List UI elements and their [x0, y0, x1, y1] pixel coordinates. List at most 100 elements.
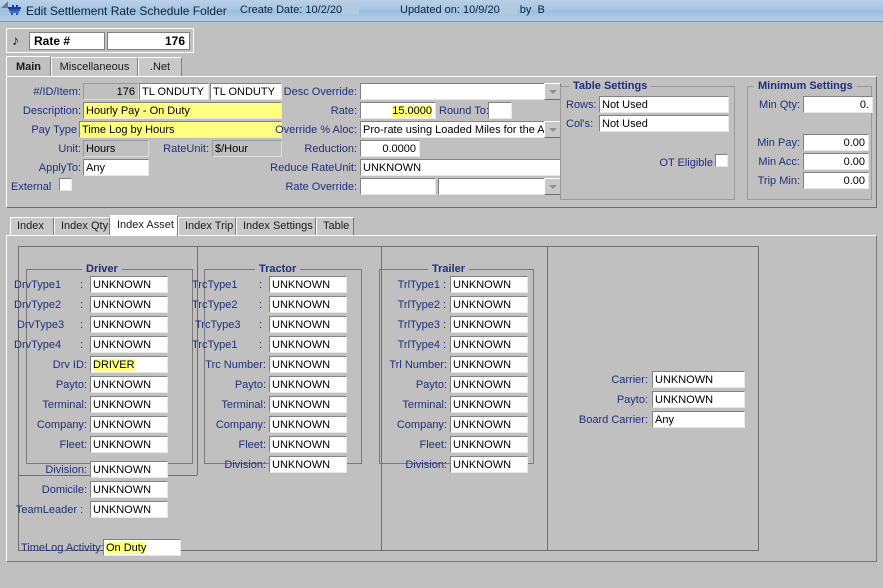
tractor-terminal-field[interactable]: UNKNOWN — [269, 396, 347, 413]
driver-payto-field[interactable]: UNKNOWN — [90, 376, 168, 393]
trailer-division-field[interactable]: UNKNOWN — [450, 456, 528, 473]
tractor-fleet-field[interactable]: UNKNOWN — [269, 436, 347, 453]
rows-field[interactable]: Not Used — [599, 96, 729, 113]
driver-terminal-field[interactable]: UNKNOWN — [90, 396, 168, 413]
min-pay-field[interactable]: 0.00 — [803, 134, 869, 151]
trltype4-label: TrlType4 — [377, 339, 440, 352]
trip-min-field[interactable]: 0.00 — [803, 172, 869, 189]
rate-field[interactable]: 15.0000 — [360, 102, 436, 119]
rows-label: Rows: — [566, 99, 597, 112]
reduce-rate-unit-field[interactable]: UNKNOWN — [360, 159, 561, 176]
apply-to-label: ApplyTo: — [11, 162, 81, 175]
driver-division-field[interactable]: UNKNOWN — [90, 461, 168, 478]
id-code2-field[interactable]: TL ONDUTY — [210, 83, 282, 100]
tab-index-trip[interactable]: Index Trip — [178, 217, 236, 235]
app-icon — [8, 5, 22, 16]
trltype1-colon: : — [443, 279, 446, 292]
tractor-payto-field[interactable]: UNKNOWN — [269, 376, 347, 393]
trailer-terminal-field[interactable]: UNKNOWN — [450, 396, 528, 413]
trctype2-colon: : — [259, 299, 262, 312]
override-alloc-label: Override % Aloc: — [265, 124, 357, 137]
drvtype3-field[interactable]: UNKNOWN — [90, 316, 168, 333]
tractor-company-field[interactable]: UNKNOWN — [269, 416, 347, 433]
driver-domicile-field[interactable]: UNKNOWN — [90, 481, 168, 498]
driver-company-field[interactable]: UNKNOWN — [90, 416, 168, 433]
trltype4-field[interactable]: UNKNOWN — [450, 336, 528, 353]
index-tab-strip: Index Index Qty Index Asset Index Trip I… — [6, 215, 877, 235]
drv-id-label: Drv ID: — [27, 359, 87, 372]
trctype2-field[interactable]: UNKNOWN — [269, 296, 347, 313]
description-label: Description: — [11, 105, 81, 118]
rate-label-box[interactable]: Rate # — [29, 32, 105, 50]
id-code1-field[interactable]: TL ONDUTY — [139, 83, 209, 100]
driver-company-label: Company: — [17, 419, 87, 432]
trctype1-field[interactable]: UNKNOWN — [269, 276, 347, 293]
driver-division-label: Division: — [21, 464, 87, 477]
rate-override-label: Rate Override: — [272, 181, 357, 194]
table-settings-group: Table Settings Rows: Not Used Col's: Not… — [560, 86, 735, 200]
trltype2-field[interactable]: UNKNOWN — [450, 296, 528, 313]
pay-type-field[interactable]: Time Log by Hours — [79, 121, 282, 138]
trltype1-field[interactable]: UNKNOWN — [450, 276, 528, 293]
rate-override-chevron-down-icon[interactable] — [544, 178, 561, 195]
tab-table[interactable]: Table — [316, 217, 354, 235]
trctype3-field[interactable]: UNKNOWN — [269, 316, 347, 333]
unit-field[interactable]: Hours — [83, 140, 149, 157]
tab-net[interactable]: .Net — [138, 57, 182, 76]
desc-override-field[interactable] — [360, 83, 545, 100]
apply-to-field[interactable]: Any — [83, 159, 149, 176]
trc-number-field[interactable]: UNKNOWN — [269, 356, 347, 373]
round-to-field[interactable] — [488, 102, 512, 119]
min-qty-field[interactable]: 0. — [803, 96, 873, 113]
trailer-fleet-field[interactable]: UNKNOWN — [450, 436, 528, 453]
trailer-company-field[interactable]: UNKNOWN — [450, 416, 528, 433]
description-field[interactable]: Hourly Pay - On Duty — [83, 102, 282, 119]
override-alloc-field[interactable]: Pro-rate using Loaded Miles for the A — [360, 121, 545, 138]
drvtype4-label: DrvType4 — [14, 339, 61, 352]
ot-eligible-checkbox[interactable] — [715, 154, 728, 167]
carrier-field[interactable]: UNKNOWN — [652, 371, 745, 388]
driver-domicile-label: Domicile: — [21, 484, 87, 497]
drvtype1-field[interactable]: UNKNOWN — [90, 276, 168, 293]
tab-index-qty[interactable]: Index Qty — [54, 217, 110, 235]
trltype3-field[interactable]: UNKNOWN — [450, 316, 528, 333]
trctype4-field[interactable]: UNKNOWN — [269, 336, 347, 353]
trailer-payto-field[interactable]: UNKNOWN — [450, 376, 528, 393]
cols-field[interactable]: Not Used — [599, 115, 729, 132]
board-carrier-field[interactable]: Any — [652, 411, 745, 428]
drvtype2-field[interactable]: UNKNOWN — [90, 296, 168, 313]
min-pay-label: Min Pay: — [748, 137, 800, 150]
rate-number-input[interactable]: 176 — [107, 32, 190, 50]
drvtype4-field[interactable]: UNKNOWN — [90, 336, 168, 353]
tab-index-asset[interactable]: Index Asset — [110, 215, 178, 236]
tab-index-settings[interactable]: Index Settings — [236, 217, 316, 235]
trltype2-label: TrlType2 — [377, 299, 440, 312]
id-item-label: #/ID/Item: — [11, 86, 81, 99]
desc-override-label: Desc Override: — [277, 86, 357, 99]
rate-unit-field[interactable]: $/Hour — [212, 140, 282, 157]
tab-index[interactable]: Index — [10, 217, 54, 235]
drv-id-field[interactable]: DRIVER — [90, 356, 168, 373]
trailer-company-label: Company: — [373, 419, 447, 432]
rate-override-field-1[interactable] — [360, 178, 436, 195]
trctype4-label: TrcType1 — [192, 339, 237, 352]
trctype3-colon: : — [259, 319, 262, 332]
external-checkbox[interactable] — [59, 178, 72, 191]
trl-number-field[interactable]: UNKNOWN — [450, 356, 528, 373]
id-number-field[interactable]: 176 — [83, 83, 139, 100]
tractor-division-field[interactable]: UNKNOWN — [269, 456, 347, 473]
drvtype2-label: DrvType2 — [14, 299, 61, 312]
override-alloc-chevron-down-icon[interactable] — [544, 121, 561, 138]
driver-fleet-field[interactable]: UNKNOWN — [90, 436, 168, 453]
timelog-activity-field[interactable]: On Duty — [103, 539, 181, 556]
driver-teamleader-field[interactable]: UNKNOWN — [90, 501, 168, 518]
rate-override-field-2[interactable] — [438, 178, 545, 195]
min-acc-field[interactable]: 0.00 — [803, 153, 869, 170]
tab-miscellaneous[interactable]: Miscellaneous — [51, 57, 138, 76]
drvtype2-colon: : — [80, 299, 83, 312]
tab-main[interactable]: Main — [6, 56, 51, 77]
reduction-field[interactable]: 0.0000 — [360, 140, 420, 157]
carrier-payto-field[interactable]: UNKNOWN — [652, 391, 745, 408]
rate-value: 15.0000 — [392, 105, 432, 117]
desc-override-chevron-down-icon[interactable] — [544, 83, 561, 100]
